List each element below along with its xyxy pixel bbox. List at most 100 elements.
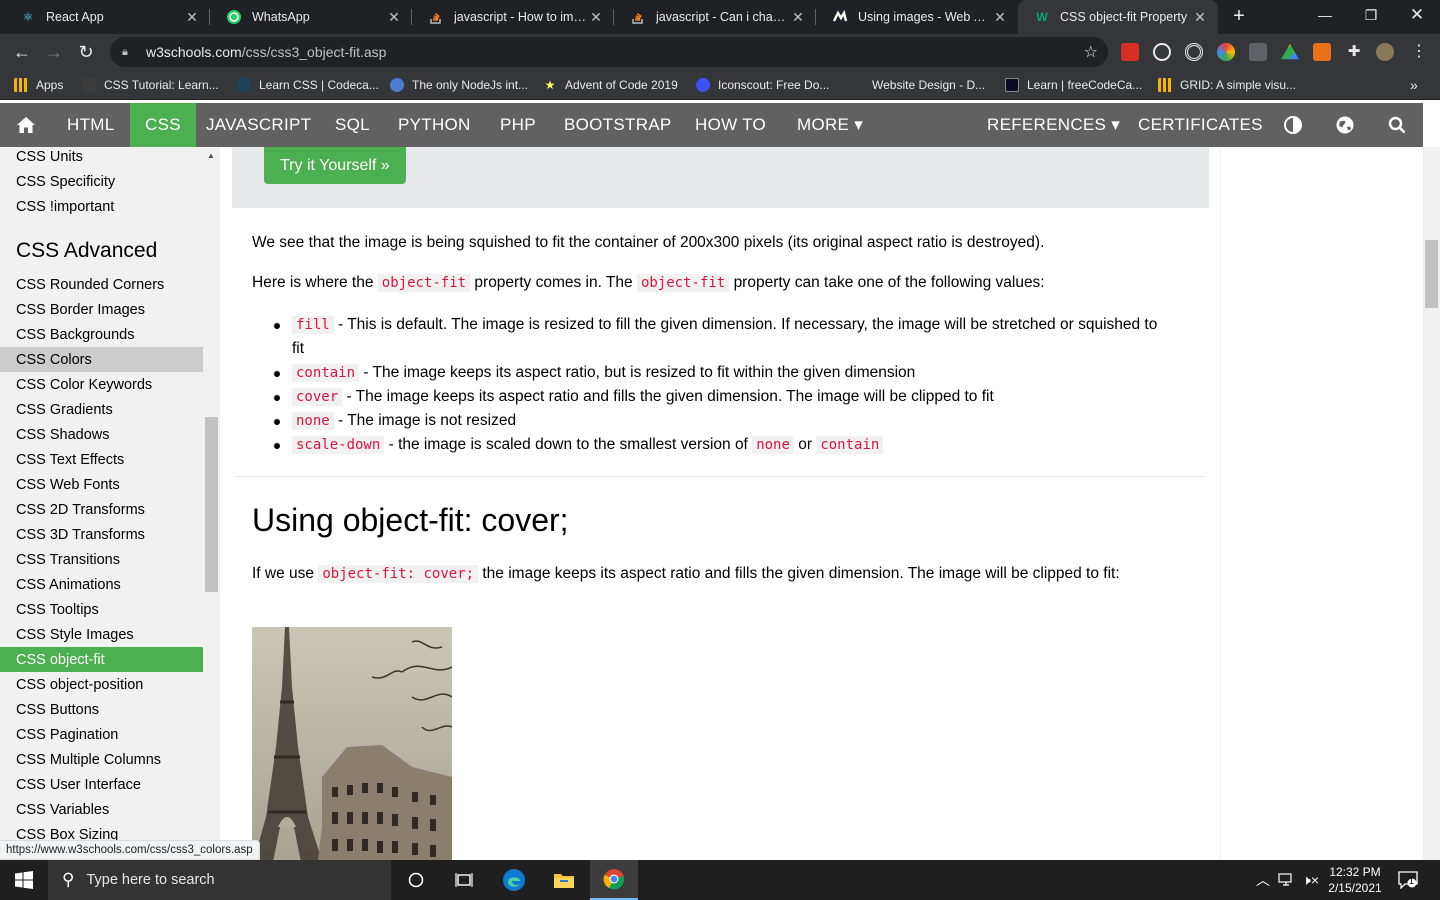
bookmark-item[interactable]: GRID: A simple visu... bbox=[1158, 76, 1296, 94]
tab-w3schools-object-fit[interactable]: W CSS object-fit Property ✕ bbox=[1018, 0, 1218, 34]
target-extension-icon[interactable] bbox=[1185, 43, 1203, 61]
nav-css[interactable]: CSS bbox=[130, 103, 196, 147]
sidebar-item-css-shadows[interactable]: CSS Shadows bbox=[0, 422, 203, 447]
sidebar-item-css-tooltips[interactable]: CSS Tooltips bbox=[0, 597, 203, 622]
paragraph: Here is where the object-fit property co… bbox=[252, 271, 1045, 295]
sidebar-item-css-border-images[interactable]: CSS Border Images bbox=[0, 297, 203, 322]
system-clock[interactable]: 12:32 PM 2/15/2021 bbox=[1322, 864, 1388, 896]
tab-stackoverflow-2[interactable]: javascript - Can i change t ✕ bbox=[614, 0, 816, 34]
react-devtools-icon[interactable] bbox=[1153, 43, 1171, 61]
bookmark-star-icon[interactable]: ☆ bbox=[1084, 42, 1098, 62]
cortana-icon[interactable] bbox=[392, 860, 440, 900]
sidebar-item-css-backgrounds[interactable]: CSS Backgrounds bbox=[0, 322, 203, 347]
browser-toolbar: ← → ↻ 🔒︎ w3schools.com/css/css3_object-f… bbox=[0, 34, 1440, 70]
bookmark-apps[interactable]: Apps bbox=[14, 76, 63, 94]
sidebar-item-css-gradients[interactable]: CSS Gradients bbox=[0, 397, 203, 422]
sidebar-item-css-rounded-corners[interactable]: CSS Rounded Corners bbox=[0, 272, 203, 297]
sidebar-item-css-buttons[interactable]: CSS Buttons bbox=[0, 697, 203, 722]
menu-icon[interactable]: ⋮ bbox=[1410, 43, 1428, 61]
forward-button[interactable]: → bbox=[41, 39, 67, 65]
sidebar-item-css-style-images[interactable]: CSS Style Images bbox=[0, 622, 203, 647]
nav-python[interactable]: PYTHON bbox=[398, 103, 471, 147]
sidebar-item-css-specificity[interactable]: CSS Specificity bbox=[0, 169, 203, 194]
bookmark-item[interactable]: ★ Advent of Code 2019 bbox=[543, 76, 678, 94]
nav-sql[interactable]: SQL bbox=[335, 103, 370, 147]
sidebar-item-css-transitions[interactable]: CSS Transitions bbox=[0, 547, 203, 572]
puzzle-icon[interactable]: ✚ bbox=[1345, 43, 1363, 61]
google-drive-icon[interactable] bbox=[1281, 43, 1299, 60]
sidebar-item-css-user-interface[interactable]: CSS User Interface bbox=[0, 772, 203, 797]
close-window-button[interactable]: ✕ bbox=[1394, 0, 1440, 30]
sidebar-item-css-important[interactable]: CSS !important bbox=[0, 194, 203, 219]
sidebar-item-css-units[interactable]: CSS Units bbox=[0, 147, 203, 169]
nav-certificates[interactable]: CERTIFICATES bbox=[1138, 103, 1263, 147]
restore-button[interactable]: ❐ bbox=[1348, 0, 1394, 30]
edge-browser-icon[interactable] bbox=[490, 860, 538, 900]
chrome-icon[interactable] bbox=[590, 860, 638, 900]
taskbar-search-input[interactable]: ⚲ Type here to search bbox=[48, 860, 391, 900]
avatar[interactable] bbox=[1376, 43, 1394, 61]
bookmark-item[interactable]: Learn | freeCodeCa... bbox=[1005, 76, 1142, 94]
dark-mode-toggle-icon[interactable] bbox=[1278, 103, 1308, 147]
bookmark-item[interactable]: CSS Tutorial: Learn... bbox=[82, 76, 219, 94]
sidebar-item-css-object-fit[interactable]: CSS object-fit bbox=[0, 647, 203, 672]
color-picker-icon[interactable] bbox=[1217, 43, 1235, 61]
screenshot-extension-icon[interactable] bbox=[1249, 43, 1267, 61]
try-it-yourself-button[interactable]: Try it Yourself » bbox=[264, 147, 406, 184]
home-icon[interactable] bbox=[11, 103, 41, 147]
sidebar-item-css-variables[interactable]: CSS Variables bbox=[0, 797, 203, 822]
inline-code: none bbox=[292, 412, 334, 430]
sidebar-scrollbar-thumb[interactable] bbox=[205, 417, 218, 592]
notification-center-icon[interactable]: 1 bbox=[1398, 860, 1418, 900]
sidebar-item-css-pagination[interactable]: CSS Pagination bbox=[0, 722, 203, 747]
bookmark-item[interactable]: The only NodeJs int... bbox=[390, 76, 528, 94]
new-tab-button[interactable]: + bbox=[1228, 6, 1250, 28]
sidebar-item-css-animations[interactable]: CSS Animations bbox=[0, 572, 203, 597]
close-icon[interactable]: ✕ bbox=[1192, 9, 1208, 26]
file-explorer-icon[interactable] bbox=[540, 860, 588, 900]
sidebar-item-css-object-position[interactable]: CSS object-position bbox=[0, 672, 203, 697]
extension-icon[interactable] bbox=[1121, 43, 1139, 61]
tab-mdn[interactable]: Using images - Web APIs ✕ bbox=[816, 0, 1018, 34]
minimize-button[interactable]: — bbox=[1302, 0, 1348, 30]
show-hidden-icons-chevron-icon[interactable]: ︿ bbox=[1256, 860, 1270, 900]
close-icon[interactable]: ✕ bbox=[184, 9, 200, 26]
volume-muted-icon[interactable]: 🕨︎× bbox=[1302, 860, 1319, 900]
globe-icon[interactable] bbox=[1330, 103, 1360, 147]
nav-php[interactable]: PHP bbox=[500, 103, 536, 147]
tab-whatsapp[interactable]: WhatsApp ✕ bbox=[210, 0, 412, 34]
close-icon[interactable]: ✕ bbox=[386, 9, 402, 26]
close-icon[interactable]: ✕ bbox=[992, 9, 1008, 26]
nav-references-dropdown[interactable]: REFERENCES ▾ bbox=[987, 103, 1120, 147]
nav-how-to[interactable]: HOW TO bbox=[695, 103, 766, 147]
nav-bootstrap[interactable]: BOOTSTRAP bbox=[564, 103, 672, 147]
address-bar[interactable]: 🔒︎ w3schools.com/css/css3_object-fit.asp… bbox=[110, 37, 1108, 67]
bookmark-item[interactable]: Learn CSS | Codeca... bbox=[237, 76, 379, 94]
bookmarks-overflow-chevron-icon[interactable]: » bbox=[1410, 76, 1418, 94]
bookmark-item[interactable]: Website Design - D... bbox=[850, 76, 985, 94]
sidebar-item-css-color-keywords[interactable]: CSS Color Keywords bbox=[0, 372, 203, 397]
tab-react-app[interactable]: ⚛ React App ✕ bbox=[4, 0, 210, 34]
sidebar-item-css-web-fonts[interactable]: CSS Web Fonts bbox=[0, 472, 203, 497]
close-icon[interactable]: ✕ bbox=[790, 9, 806, 26]
network-icon[interactable] bbox=[1278, 860, 1296, 900]
nav-javascript[interactable]: JAVASCRIPT bbox=[206, 103, 311, 147]
page-scrollbar-thumb[interactable] bbox=[1425, 240, 1438, 308]
nav-more-dropdown[interactable]: MORE ▾ bbox=[797, 103, 863, 147]
sidebar-item-css-3d-transforms[interactable]: CSS 3D Transforms bbox=[0, 522, 203, 547]
extension-icon[interactable] bbox=[1313, 43, 1331, 61]
sidebar-item-css-multiple-columns[interactable]: CSS Multiple Columns bbox=[0, 747, 203, 772]
sidebar-item-css-text-effects[interactable]: CSS Text Effects bbox=[0, 447, 203, 472]
sidebar-item-css-colors[interactable]: CSS Colors bbox=[0, 347, 203, 372]
tab-stackoverflow-1[interactable]: javascript - How to impor ✕ bbox=[412, 0, 614, 34]
windows-start-icon[interactable] bbox=[0, 860, 48, 900]
reload-button[interactable]: ↻ bbox=[73, 39, 99, 65]
sidebar-item-css-2d-transforms[interactable]: CSS 2D Transforms bbox=[0, 497, 203, 522]
close-icon[interactable]: ✕ bbox=[588, 9, 604, 26]
nav-html[interactable]: HTML bbox=[67, 103, 114, 147]
bookmark-item[interactable]: Iconscout: Free Do... bbox=[696, 76, 829, 94]
scroll-up-arrow-icon[interactable]: ▲ bbox=[207, 151, 215, 160]
back-button[interactable]: ← bbox=[9, 39, 35, 65]
task-view-icon[interactable] bbox=[440, 860, 488, 900]
search-icon[interactable] bbox=[1382, 103, 1412, 147]
